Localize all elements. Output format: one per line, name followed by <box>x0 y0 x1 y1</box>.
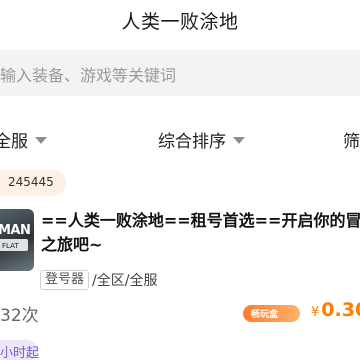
chevron-down-icon <box>233 137 245 144</box>
chevron-down-icon <box>35 137 47 144</box>
search-input[interactable]: 输入装备、游戏等关键词 <box>0 62 176 86</box>
thumbnail-logo-subtext: FLAT <box>2 242 19 250</box>
page-title: 人类一败涂地 <box>121 11 239 33</box>
filter-bar: 全服 综合排序 筛 <box>0 115 360 161</box>
price-value: 0.30 <box>321 299 360 321</box>
filter-screen[interactable]: 筛 <box>343 127 360 152</box>
listing-tags: 登号器 /全区/全服 <box>40 270 157 290</box>
price: ¥0.30 <box>311 299 360 321</box>
filter-sort[interactable]: 综合排序 <box>158 127 245 152</box>
filter-server-label: 全服 <box>0 132 28 152</box>
region-text: /全区/全服 <box>92 273 158 289</box>
game-thumbnail[interactable]: MAN FLAT <box>0 209 34 271</box>
currency-symbol: ¥ <box>311 305 320 320</box>
top-bar: 人类一败涂地 <box>0 0 360 44</box>
listing-id: 245445 <box>8 175 54 189</box>
promo-badge-text: 畅玩盒 <box>251 310 279 320</box>
filter-screen-label: 筛 <box>343 132 360 152</box>
next-item-tag: 小时起 <box>0 346 40 360</box>
listing-title[interactable]: ==人类一败涂地==租号首选==开启你的冒险之旅吧~ <box>41 209 360 257</box>
filter-sort-label: 综合排序 <box>158 132 226 152</box>
thumbnail-logo-text: MAN <box>0 223 31 238</box>
login-tool-tag: 登号器 <box>40 270 90 290</box>
filter-server[interactable]: 全服 <box>0 127 47 152</box>
rent-count: 32次 <box>0 306 39 326</box>
